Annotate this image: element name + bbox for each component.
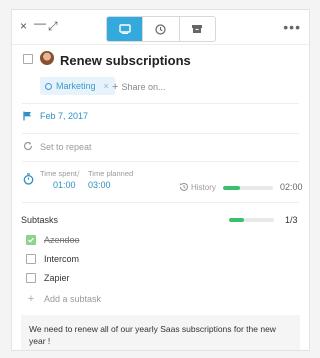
- time-planned-value[interactable]: 03:00: [88, 180, 111, 190]
- divider: [22, 103, 299, 104]
- task-description[interactable]: We need to renew all of our yearly Saas …: [21, 315, 300, 350]
- more-options-icon[interactable]: •••: [283, 19, 301, 35]
- due-date[interactable]: Feb 7, 2017: [40, 111, 88, 121]
- add-subtask-label: Add a subtask: [44, 294, 102, 304]
- tab-history[interactable]: [142, 17, 178, 41]
- task-complete-checkbox[interactable]: [23, 54, 33, 64]
- close-icon[interactable]: ×: [20, 20, 27, 32]
- task-title[interactable]: Renew subscriptions: [60, 53, 191, 68]
- tab-archive[interactable]: [178, 17, 215, 41]
- divider: [22, 161, 299, 162]
- task-panel: × — ⤢ ••• Renew subscriptions Marketing …: [11, 9, 310, 351]
- tag-remove-icon[interactable]: ×: [104, 81, 109, 91]
- repeat-icon: [23, 141, 33, 151]
- time-separator: /: [77, 169, 80, 179]
- check-icon: [28, 237, 34, 243]
- tag-marketing[interactable]: Marketing ×: [40, 77, 115, 95]
- history-link[interactable]: History: [191, 183, 216, 192]
- subtask-label[interactable]: Azendoo: [44, 235, 80, 245]
- time-spent-label: Time spent: [40, 169, 77, 178]
- share-label: Share on...: [121, 82, 166, 92]
- tag-dot-icon: [45, 82, 52, 90]
- repeat-option[interactable]: Set to repeat: [40, 142, 92, 152]
- tab-card[interactable]: [107, 17, 143, 41]
- subtask-checkbox[interactable]: [26, 273, 36, 283]
- subtask-label[interactable]: Zapier: [44, 273, 70, 283]
- minimize-icon[interactable]: —: [34, 17, 46, 29]
- view-switcher: [106, 16, 216, 42]
- time-progress-bar: [223, 186, 273, 190]
- expand-icon[interactable]: ⤢: [48, 20, 58, 32]
- list-item[interactable]: Azendoo: [26, 235, 80, 245]
- time-spent-value[interactable]: 01:00: [53, 180, 76, 190]
- subtasks-header: Subtasks: [21, 215, 59, 225]
- archive-icon: [192, 25, 203, 33]
- avatar[interactable]: [40, 51, 54, 65]
- flag-icon: [23, 111, 31, 121]
- add-subtask-button[interactable]: + Add a subtask: [26, 293, 101, 305]
- clock-icon: [155, 23, 167, 35]
- time-total: 02:00: [280, 182, 303, 192]
- list-item[interactable]: Intercom: [26, 254, 79, 264]
- subtask-label[interactable]: Intercom: [44, 254, 79, 264]
- plus-icon: +: [112, 81, 119, 93]
- share-button[interactable]: + Share on...: [112, 81, 165, 93]
- list-item[interactable]: Zapier: [26, 273, 70, 283]
- time-progress-fill: [223, 186, 240, 190]
- plus-icon: +: [27, 293, 35, 305]
- time-planned-label: Time planned: [88, 169, 134, 178]
- subtasks-progress-fill: [229, 218, 244, 222]
- subtasks-progress-bar: [229, 218, 274, 222]
- subtask-checkbox[interactable]: [26, 235, 36, 245]
- subtasks-count: 1/3: [285, 215, 298, 225]
- subtask-checkbox[interactable]: [26, 254, 36, 264]
- stopwatch-icon[interactable]: [23, 173, 34, 185]
- card-icon: [118, 24, 131, 34]
- top-bar: × — ⤢ •••: [12, 10, 309, 45]
- history-icon: [179, 182, 188, 191]
- divider: [22, 133, 299, 134]
- tag-label: Marketing: [56, 81, 96, 91]
- divider: [22, 202, 299, 203]
